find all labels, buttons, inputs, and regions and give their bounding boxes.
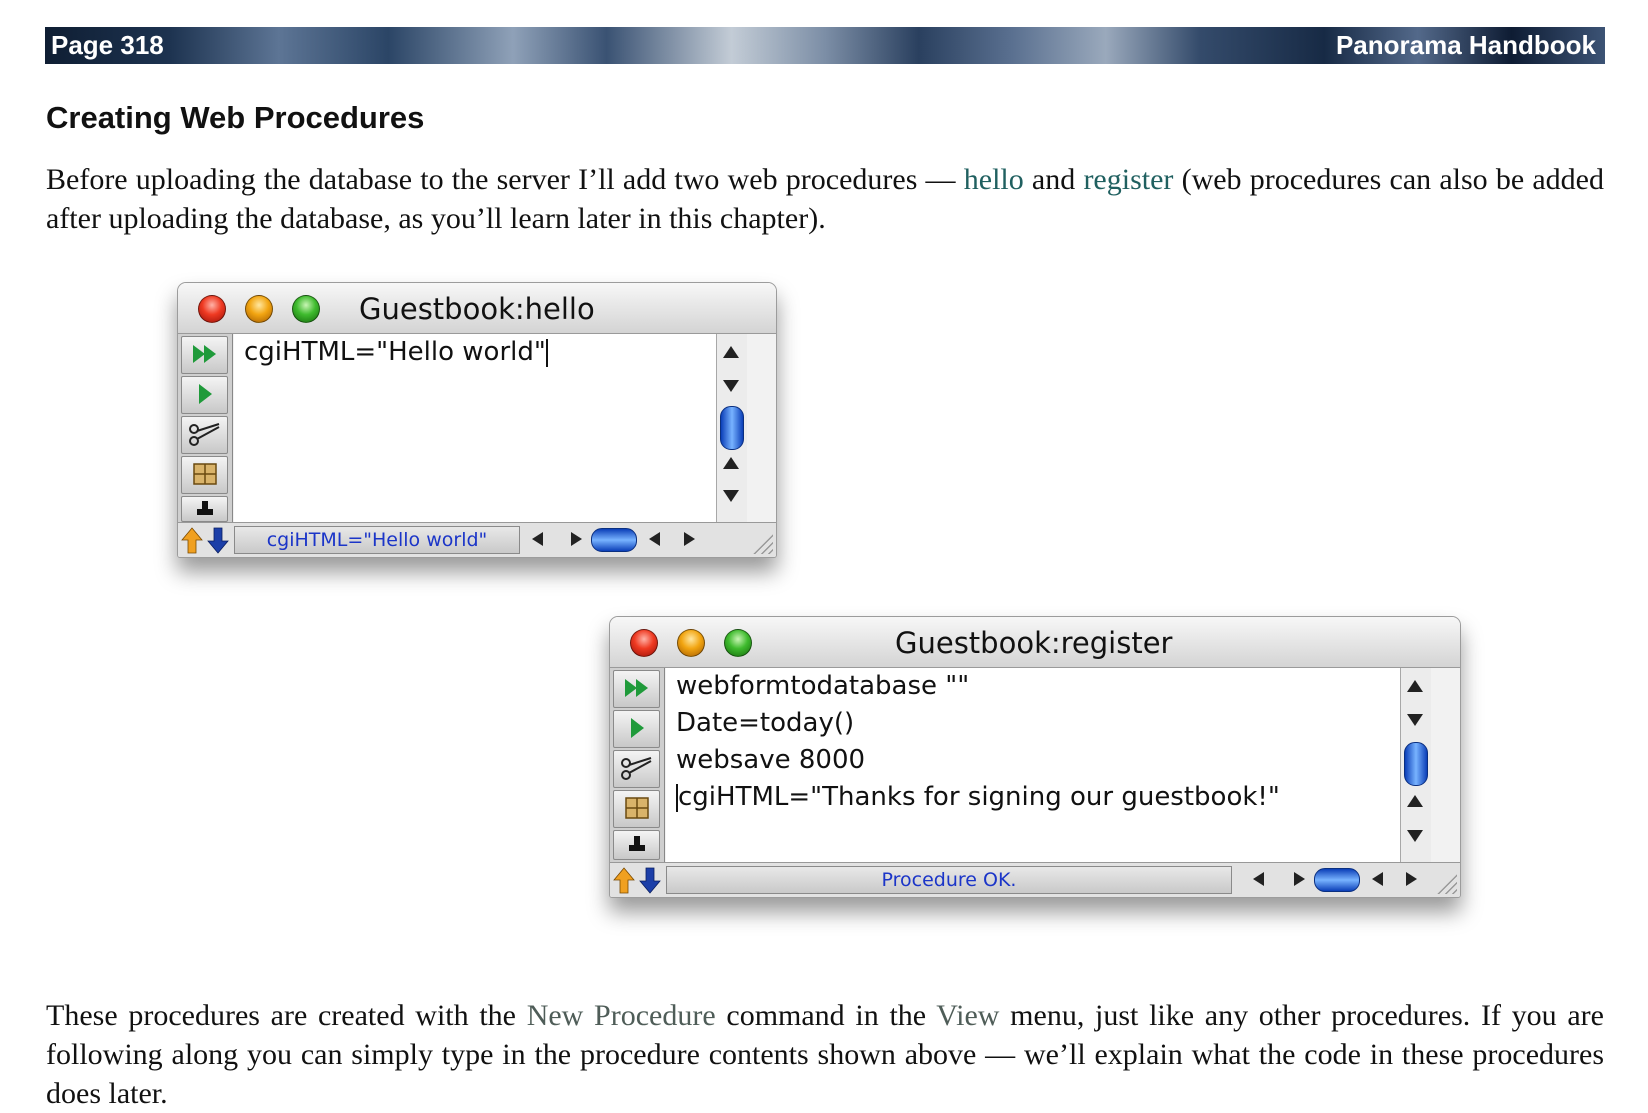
book-title: Panorama Handbook [1335,30,1596,60]
vertical-scroll-thumb[interactable] [720,406,744,450]
code-editor[interactable]: webformtodatabase "" Date=today() websav… [666,668,1400,862]
intro-text-before: Before uploading the database to the ser… [46,163,964,196]
horizontal-scroll-thumb[interactable] [591,528,637,552]
cut-button[interactable] [181,416,228,454]
puzzle-icon [624,797,649,819]
minimize-button[interactable] [677,629,705,657]
window-bottom-bar: cgiHTML="Hello world" [178,522,776,557]
scroll-up-arrow-icon[interactable] [723,346,739,358]
puzzle-icon [192,463,217,485]
scroll-up-arrow-icon-lower[interactable] [1407,795,1423,807]
procedure-toolbar [178,334,233,522]
cut-button[interactable] [613,750,660,788]
hello-procedure-link[interactable]: hello [964,163,1024,196]
code-line: websave 8000 [676,745,866,775]
code-line-text: cgiHTML="Hello world" [244,337,546,367]
puzzle-button[interactable] [181,456,228,494]
stamp-icon [628,836,645,851]
code-line: webformtodatabase "" [676,671,970,701]
run-button[interactable] [181,376,228,414]
intro-paragraph: Before uploading the database to the ser… [46,160,1604,238]
scroll-up-arrow-icon-lower[interactable] [723,457,739,469]
scroll-left-arrow-icon[interactable] [1253,872,1264,886]
hello-procedure-window: Guestbook:hello cgiHTML="Hello world" cg… [177,282,777,558]
status-message: Procedure OK. [666,866,1232,894]
closing-text-before: These procedures are created with the [46,999,527,1032]
stamp-button[interactable] [613,830,660,860]
scroll-up-arrow-icon[interactable] [1407,680,1423,692]
scroll-left-arrow-icon-2[interactable] [1372,872,1383,886]
scroll-right-arrow-icon[interactable] [1294,872,1305,886]
view-menu-link[interactable]: View [936,999,999,1032]
window-bottom-bar: Procedure OK. [610,862,1460,897]
resize-grip-icon[interactable] [751,532,773,554]
horizontal-scroll-thumb[interactable] [1314,868,1360,892]
new-procedure-command-link[interactable]: New Procedure [527,999,716,1032]
play-icon [198,384,212,404]
code-line: cgiHTML="Hello world" [244,334,548,371]
zoom-button[interactable] [724,629,752,657]
window-title: Guestbook:hello [359,292,595,326]
status-message: cgiHTML="Hello world" [234,526,520,554]
section-title: Creating Web Procedures [46,100,425,135]
up-down-arrows-icon[interactable] [180,526,232,554]
register-procedure-link[interactable]: register [1083,163,1173,196]
vertical-scrollbar[interactable] [1400,668,1431,862]
up-down-arrows-icon[interactable] [612,866,664,894]
scroll-right-arrow-icon-2[interactable] [1406,872,1417,886]
fast-forward-icon [192,345,216,363]
run-button[interactable] [613,710,660,748]
resize-grip-icon[interactable] [1435,872,1457,894]
close-button[interactable] [630,629,658,657]
vertical-scroll-thumb[interactable] [1404,742,1428,786]
close-button[interactable] [198,295,226,323]
fast-forward-icon [624,679,648,697]
text-caret [545,338,548,367]
minimize-button[interactable] [245,295,273,323]
run-all-button[interactable] [613,670,660,708]
code-line: cgiHTML="Thanks for signing our guestboo… [676,779,1280,816]
code-line-text: cgiHTML="Thanks for signing our guestboo… [678,782,1280,812]
scroll-left-arrow-icon-2[interactable] [649,532,660,546]
scroll-right-arrow-icon-2[interactable] [684,532,695,546]
intro-text-middle: and [1023,163,1084,196]
register-procedure-window: Guestbook:register webformtodatabase "" … [609,616,1461,898]
window-titlebar[interactable]: Guestbook:hello [178,283,776,334]
page-header-banner: Page 318 Panorama Handbook [45,27,1605,64]
code-editor[interactable]: cgiHTML="Hello world" [234,334,716,522]
scroll-down-arrow-icon-lower[interactable] [723,490,739,502]
vertical-scrollbar[interactable] [716,334,747,522]
code-line: Date=today() [676,708,855,738]
scroll-left-arrow-icon[interactable] [532,532,543,546]
scissors-icon [188,423,219,446]
scroll-down-arrow-icon-lower[interactable] [1407,830,1423,842]
puzzle-button[interactable] [613,790,660,828]
window-titlebar[interactable]: Guestbook:register [610,617,1460,668]
stamp-icon [196,501,213,515]
procedure-toolbar [610,668,665,862]
closing-text-middle: command in the [715,999,937,1032]
closing-paragraph: These procedures are created with the Ne… [46,996,1604,1113]
stamp-button[interactable] [181,496,228,522]
zoom-button[interactable] [292,295,320,323]
scroll-down-arrow-icon[interactable] [1407,714,1423,726]
scissors-icon [620,757,651,780]
run-all-button[interactable] [181,336,228,374]
page-number: Page 318 [51,30,164,60]
scroll-right-arrow-icon[interactable] [571,532,582,546]
window-title: Guestbook:register [895,626,1173,660]
play-icon [630,718,644,738]
scroll-down-arrow-icon[interactable] [723,380,739,392]
